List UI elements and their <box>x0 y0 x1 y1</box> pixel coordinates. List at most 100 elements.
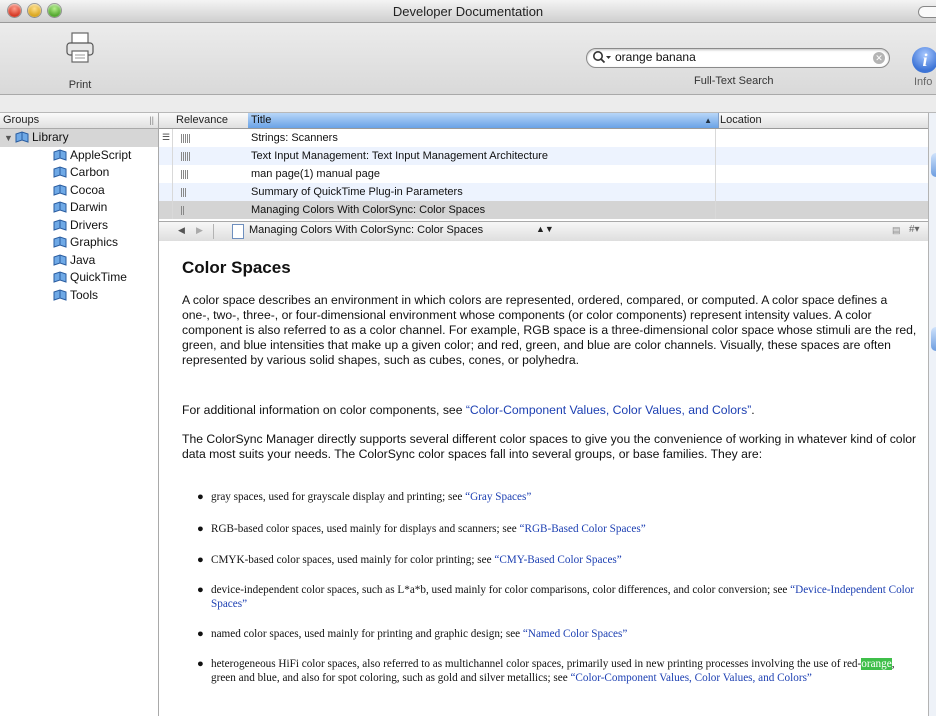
table-row[interactable]: Strings: Scanners <box>159 129 936 147</box>
relevance-tick <box>187 134 188 143</box>
relevance-bar <box>181 134 191 143</box>
tree-item-applescript[interactable]: AppleScript <box>0 147 158 165</box>
paragraph: For additional information on color comp… <box>182 403 917 418</box>
column-header-location[interactable]: Location <box>716 113 930 128</box>
list-item-text: RGB-based color spaces, used mainly for … <box>211 523 520 535</box>
bullet-icon: ● <box>197 554 204 566</box>
relevance-tick <box>185 134 186 143</box>
column-options-icon[interactable]: ☰ <box>162 132 170 143</box>
search-menu-icon[interactable] <box>592 50 612 65</box>
book-icon <box>53 236 67 248</box>
document-history-popup[interactable]: Managing Colors With ColorSync: Color Sp… <box>249 224 483 236</box>
right-edge-scroller[interactable] <box>928 113 936 716</box>
relevance-bar <box>181 206 185 215</box>
relevance-bar <box>181 188 187 197</box>
table-row[interactable]: Managing Colors With ColorSync: Color Sp… <box>159 201 936 219</box>
book-icon <box>53 253 67 266</box>
result-title: Strings: Scanners <box>251 132 338 144</box>
column-header-relevance[interactable]: Relevance <box>172 113 253 128</box>
bullet-icon: ● <box>197 628 204 640</box>
result-title: Summary of QuickTime Plug-in Parameters <box>251 186 463 198</box>
list-item-text: device-independent color spaces, such as… <box>211 584 791 596</box>
print-label: Print <box>68 79 92 91</box>
relevance-tick <box>181 206 182 215</box>
list-item-text: heterogeneous HiFi color spaces, also re… <box>211 658 862 670</box>
bullet-icon: ● <box>197 584 204 596</box>
tree-item-drivers[interactable]: Drivers <box>0 217 158 235</box>
disclosure-triangle-icon[interactable]: ▼ <box>4 130 15 147</box>
document-title: Color Spaces <box>182 258 291 277</box>
relevance-tick <box>185 152 186 161</box>
tree-item-label: Library <box>32 130 69 144</box>
rgb-color-spaces-link[interactable]: “RGB-Based Color Spaces” <box>520 523 646 535</box>
popup-arrows-icon[interactable]: ▲▼ <box>536 224 554 234</box>
row-divider <box>172 147 173 165</box>
toolbar: Print orange banana ✕ Full-Text Search i… <box>0 23 936 95</box>
relevance-tick <box>185 188 186 197</box>
info-icon: i <box>912 47 936 73</box>
paragraph-text: . <box>751 403 755 417</box>
groups-header: Groups || <box>0 113 158 129</box>
book-icon <box>15 131 29 143</box>
document-view: Color Spaces A color space describes an … <box>159 241 936 716</box>
back-arrow-icon[interactable]: ◀ <box>178 225 185 236</box>
column-divider <box>715 201 716 219</box>
list-item: ● device-independent color spaces, such a… <box>197 583 921 611</box>
result-title: Managing Colors With ColorSync: Color Sp… <box>251 204 486 216</box>
tree-item-darwin[interactable]: Darwin <box>0 199 158 217</box>
named-color-spaces-link[interactable]: “Named Color Spaces” <box>523 628 627 640</box>
bullet-icon: ● <box>197 523 204 535</box>
row-divider <box>172 165 173 183</box>
list-item: ● RGB-based color spaces, used mainly for… <box>197 522 921 536</box>
info-button[interactable]: i Info <box>912 47 936 91</box>
title-bar: Developer Documentation <box>0 0 936 23</box>
column-resize-handle[interactable]: || <box>149 113 154 128</box>
relevance-tick <box>189 134 190 143</box>
scroll-knob[interactable] <box>931 327 936 351</box>
cmy-color-spaces-link[interactable]: “CMY-Based Color Spaces” <box>494 554 621 566</box>
tree-item-label: AppleScript <box>70 147 132 162</box>
anchor-menu-icon[interactable]: #▾ <box>909 224 920 235</box>
table-row[interactable]: man page(1) manual page <box>159 165 936 183</box>
gray-spaces-link[interactable]: “Gray Spaces” <box>465 491 531 503</box>
result-title: man page(1) manual page <box>251 168 381 180</box>
groups-sidebar: Groups || ▼ Library AppleScript Carbon Co… <box>0 113 159 716</box>
info-label: Info <box>914 76 933 88</box>
tree-item-label: Tools <box>70 287 99 302</box>
clear-search-icon[interactable]: ✕ <box>873 52 885 64</box>
relevance-bar <box>181 152 191 161</box>
tree-item-java[interactable]: Java <box>0 252 158 270</box>
tree-item-carbon[interactable]: Carbon <box>0 164 158 182</box>
search-match-highlight: orange <box>861 658 892 670</box>
list-item: ● gray spaces, used for grayscale display… <box>197 490 921 504</box>
color-component-values-link[interactable]: “Color-Component Values, Color Values, a… <box>466 403 751 417</box>
table-row[interactable]: Text Input Management: Text Input Manage… <box>159 147 936 165</box>
tree-item-label: QuickTime <box>70 270 127 284</box>
list-item-text: named color spaces, used mainly for prin… <box>211 628 523 640</box>
scroll-knob[interactable] <box>931 153 936 177</box>
results-header: Relevance Title ▲ Location <box>159 113 936 129</box>
relevance-tick <box>181 188 182 197</box>
print-button[interactable]: Print <box>56 29 104 91</box>
list-item: ● named color spaces, used mainly for pri… <box>197 627 921 641</box>
column-header-title[interactable]: Title ▲ <box>248 113 719 128</box>
relevance-tick <box>187 152 188 161</box>
toolbar-toggle-button[interactable] <box>918 6 936 18</box>
tree-item-graphics[interactable]: Graphics <box>0 234 158 252</box>
search-input[interactable]: orange banana <box>615 50 696 64</box>
sort-ascending-icon: ▲ <box>704 116 712 125</box>
row-divider <box>172 201 173 219</box>
column-divider <box>715 147 716 165</box>
forward-arrow-icon[interactable]: ▶ <box>196 225 203 236</box>
paragraph-text: For additional information on color comp… <box>182 403 466 417</box>
table-row[interactable]: Summary of QuickTime Plug-in Parameters <box>159 183 936 201</box>
bookmark-icon[interactable]: ▤ <box>892 225 901 236</box>
color-component-values-link[interactable]: “Color-Component Values, Color Values, a… <box>570 672 811 684</box>
tree-item-quicktime[interactable]: QuickTime <box>0 269 158 287</box>
full-text-search-field[interactable]: orange banana ✕ <box>586 48 890 68</box>
tree-item-library[interactable]: ▼ Library <box>0 129 158 147</box>
toolbar-separator <box>0 95 936 113</box>
tree-item-tools[interactable]: Tools <box>0 287 158 305</box>
relevance-tick <box>183 206 184 215</box>
tree-item-cocoa[interactable]: Cocoa <box>0 182 158 200</box>
